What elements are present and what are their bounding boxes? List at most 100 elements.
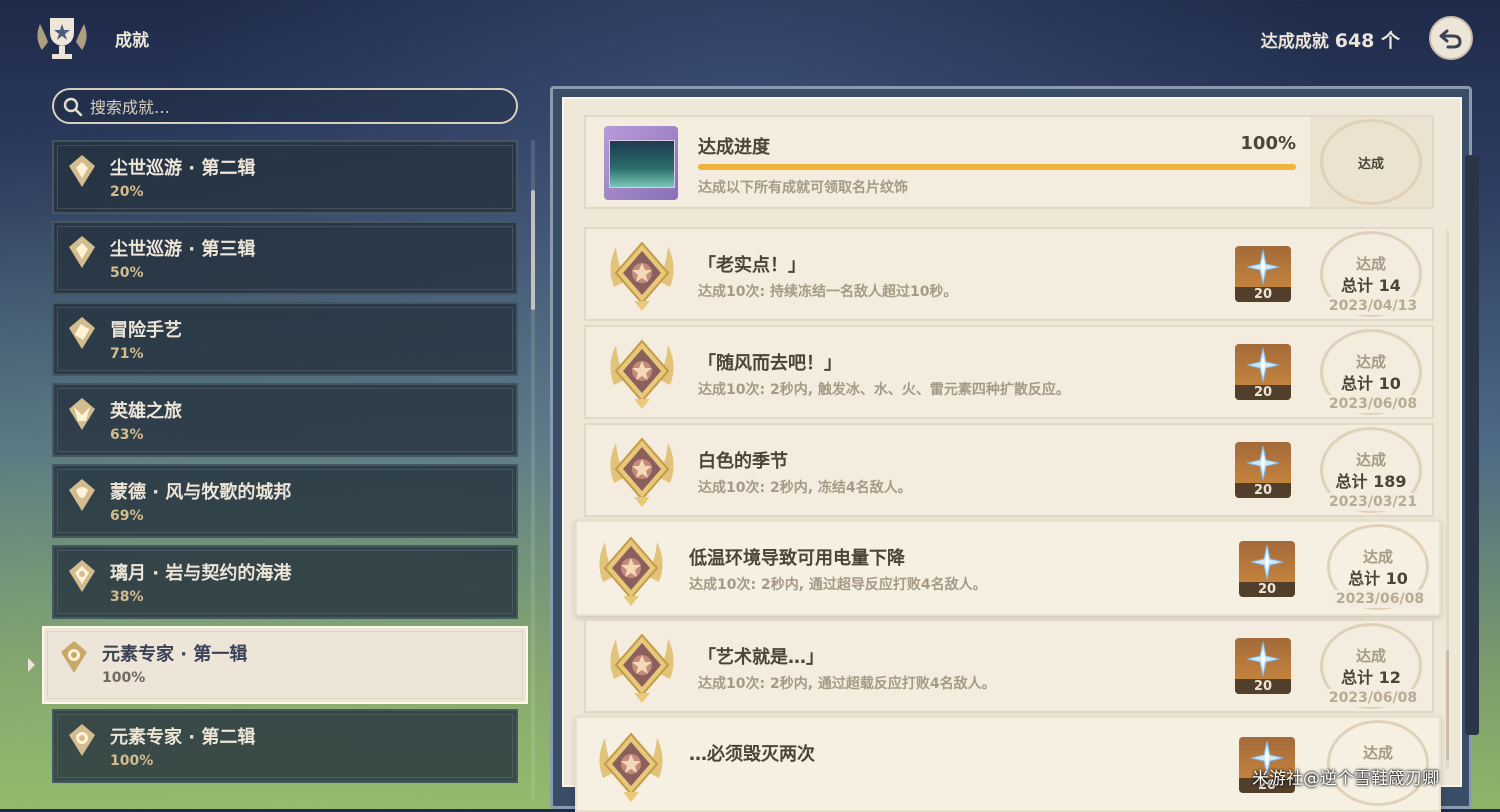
reward-count: 20	[1235, 385, 1291, 400]
achievement-status-seal: 达成	[1317, 718, 1439, 808]
category-name: 尘世巡游 · 第三辑	[110, 239, 256, 260]
category-item-liyue[interactable]: 璃月 · 岩与契约的海港 38%	[52, 545, 518, 619]
category-name: 冒险手艺	[110, 320, 182, 341]
achievement-title: 「随风而去吧！」	[698, 353, 842, 374]
progress-title: 达成进度	[698, 137, 770, 158]
status-label: 达成	[1355, 451, 1386, 469]
achievement-description: 达成10次: 2秒内, 通过超导反应打败4名敌人。	[689, 577, 987, 593]
header: 成就 达成成就 648 个	[0, 0, 1500, 76]
back-arrow-icon	[1439, 29, 1462, 49]
category-name: 尘世巡游 · 第二辑	[110, 158, 256, 179]
category-item-crafting[interactable]: 冒险手艺 71%	[52, 302, 518, 376]
achievement-badge-icon	[599, 536, 663, 606]
panel-edge	[1465, 155, 1479, 735]
progress-bar-fill	[698, 164, 1296, 170]
achievement-status-seal: 达成 总计 10 2023/06/08	[1310, 327, 1432, 417]
achievement-description: 达成10次: 2秒内, 触发冰、水、火、雷元素四种扩散反应。	[698, 382, 1070, 398]
primogem-icon	[1247, 250, 1279, 285]
status-label: 达成	[1355, 353, 1386, 371]
status-total: 总计 189	[1335, 472, 1407, 491]
search-input[interactable]	[88, 95, 512, 119]
watermark: 米游社@逆个雪鞋箴刃卿	[1252, 769, 1439, 789]
trophy-icon	[37, 18, 87, 59]
achievement-row[interactable]: 低温环境导致可用电量下降达成10次: 2秒内, 通过超导反应打败4名敌人。 20 达…	[575, 520, 1441, 616]
completion-seal: 达成	[1310, 117, 1432, 207]
primogem-reward[interactable]: 20	[1235, 344, 1291, 400]
achievement-title: 「艺术就是…」	[698, 647, 824, 668]
category-emblem-icon	[69, 398, 95, 430]
page-title: 成就	[115, 31, 149, 51]
search-bar[interactable]	[52, 88, 518, 124]
primogem-reward[interactable]: 20	[1239, 541, 1295, 597]
seal-label: 达成	[1357, 157, 1384, 172]
achievement-row[interactable]: 「艺术就是…」达成10次: 2秒内, 通过超载反应打败4名敌人。 20 达成总计 1…	[584, 619, 1434, 713]
primogem-reward[interactable]: 20	[1235, 442, 1291, 498]
primogem-reward[interactable]: 20	[1235, 638, 1291, 694]
status-label: 达成	[1362, 744, 1393, 762]
achievement-badge-icon	[610, 437, 674, 507]
category-emblem-icon	[61, 641, 87, 673]
back-button[interactable]	[1429, 16, 1473, 60]
achievement-total: 达成成就 648 个	[1261, 26, 1400, 53]
category-percent: 20%	[110, 184, 144, 200]
status-total: 总计 10	[1348, 569, 1408, 588]
achievement-status-seal: 达成 总计 14 2023/04/13	[1310, 229, 1432, 319]
achievement-badge-icon	[599, 732, 663, 802]
category-item-mondstadt[interactable]: 蒙德 · 风与牧歌的城邦 69%	[52, 464, 518, 538]
category-item-elemental-specialist-1[interactable]: 元素专家 · 第一辑 100%	[42, 626, 528, 704]
status-label: 达成	[1362, 548, 1393, 566]
achievement-description: 达成10次: 2秒内, 冻结4名敌人。	[698, 480, 912, 496]
achievement-row[interactable]: 白色的季节达成10次: 2秒内, 冻结4名敌人。 20 达成总计 189 2023/0…	[584, 423, 1434, 517]
completion-date: 2023/03/21	[1318, 493, 1428, 511]
achievement-status-seal: 达成总计 12 2023/06/08	[1310, 621, 1432, 711]
achievement-row[interactable]: 「老实点！」 达成10次: 持续冻结一名敌人超过10秒。 20 达成 总计 14 2023…	[584, 227, 1434, 321]
category-name: 英雄之旅	[110, 401, 182, 422]
primogem-reward[interactable]: 20	[1235, 246, 1291, 302]
category-emblem-icon	[69, 155, 95, 187]
category-name: 璃月 · 岩与契约的海港	[110, 563, 292, 584]
seal-ring-icon	[1327, 720, 1429, 806]
category-item-elemental-specialist-2[interactable]: 元素专家 · 第二辑 100%	[52, 709, 518, 783]
category-percent: 63%	[110, 427, 144, 443]
reward-count: 20	[1235, 679, 1291, 694]
category-percent: 71%	[110, 346, 144, 362]
status-total: 总计 12	[1341, 668, 1401, 687]
achievement-description: 达成10次: 2秒内, 通过超载反应打败4名敌人。	[698, 676, 996, 692]
category-percent: 69%	[110, 508, 144, 524]
primogem-icon	[1251, 545, 1283, 580]
category-scrollbar[interactable]	[531, 190, 535, 310]
category-percent: 50%	[110, 265, 144, 281]
namecard-reward-image[interactable]	[604, 126, 678, 200]
category-item-heroes-journey[interactable]: 英雄之旅 63%	[52, 383, 518, 457]
achievement-badge-icon	[610, 633, 674, 703]
status-label: 达成	[1355, 647, 1386, 665]
primogem-icon	[1247, 446, 1279, 481]
achievement-total-label: 达成成就	[1260, 32, 1329, 52]
achievement-row[interactable]: 「随风而去吧！」达成10次: 2秒内, 触发冰、水、火、雷元素四种扩散反应。 20…	[584, 325, 1434, 419]
category-item-wonders-3[interactable]: 尘世巡游 · 第三辑 50%	[52, 221, 518, 295]
achievement-badge-icon	[610, 339, 674, 409]
achievement-title: …必须毁灭两次	[689, 744, 815, 765]
category-name: 蒙德 · 风与牧歌的城邦	[110, 482, 292, 503]
completion-date: 2023/06/08	[1318, 395, 1428, 413]
completion-date: 2023/04/13	[1318, 297, 1428, 315]
achievement-title: 白色的季节	[698, 451, 788, 472]
category-name: 元素专家 · 第二辑	[110, 727, 256, 748]
achievement-title: 低温环境导致可用电量下降	[689, 548, 905, 569]
category-emblem-icon	[69, 317, 95, 349]
category-percent: 100%	[102, 670, 146, 686]
achievement-status-seal: 达成总计 10 2023/06/08	[1317, 522, 1439, 612]
progress-description: 达成以下所有成就可领取名片纹饰	[698, 180, 908, 196]
achievement-status-seal: 达成总计 189 2023/03/21	[1310, 425, 1432, 515]
category-percent: 100%	[110, 753, 154, 769]
achievement-description: 达成10次: 持续冻结一名敌人超过10秒。	[698, 284, 958, 300]
completion-progress-card: 达成进度 100% 达成以下所有成就可领取名片纹饰 达成	[584, 115, 1434, 209]
reward-count: 20	[1239, 582, 1295, 597]
completion-date: 2023/06/08	[1325, 590, 1435, 608]
primogem-icon	[1247, 642, 1279, 677]
category-item-wonders-2[interactable]: 尘世巡游 · 第二辑 20%	[52, 140, 518, 214]
completion-date: 2023/06/08	[1318, 689, 1428, 707]
achievement-scrollbar[interactable]	[1446, 650, 1449, 760]
category-percent: 38%	[110, 589, 144, 605]
achievement-badge-icon	[610, 241, 674, 311]
